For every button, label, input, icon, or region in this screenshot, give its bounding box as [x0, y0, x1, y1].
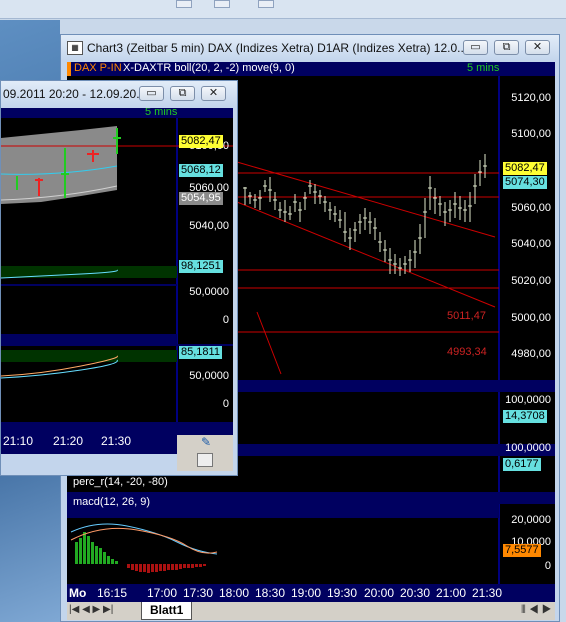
price-axis-label: 5060,00 — [511, 202, 551, 214]
sub1-axis-label: 100,0000 — [505, 394, 551, 406]
minimize-button[interactable]: ▭ — [463, 40, 488, 55]
indicator-label: X-DAXTR boll(20, 2, -2) move(9, 0) — [123, 62, 295, 74]
time-axis-label: 21:30 — [101, 434, 132, 448]
secondary-window-title: 09.2011 20:20 - 12.09.20... — [3, 87, 147, 101]
sub2-value-box: 0,6177 — [503, 458, 541, 471]
sub2-value-box: 85,1811 — [179, 346, 222, 359]
chart-app-icon: ▦ — [67, 41, 83, 55]
time-axis-label: 17:30 — [183, 586, 214, 600]
secondary-chart-svg — [1, 108, 233, 454]
perc-r-label: perc_r(14, -20, -80) — [73, 476, 168, 488]
time-axis-label: 21:30 — [472, 586, 503, 600]
macd-axis-label: 20,0000 — [511, 514, 551, 526]
sub2-axis-label: 0 — [222, 398, 229, 410]
tab-scroll-arrows-icon[interactable]: |◀ ◀ ▶ ▶| — [69, 604, 113, 615]
time-axis-label: 19:00 — [291, 586, 322, 600]
desktop-top-strip — [0, 0, 566, 19]
time-axis-label: 16:15 — [97, 586, 128, 600]
minimize-button[interactable]: ▭ — [139, 86, 164, 101]
background-window-button[interactable] — [258, 0, 274, 8]
restore-button[interactable]: ⧉ — [494, 40, 519, 55]
sub1-axis-label: 0 — [222, 314, 229, 326]
time-axis-label: 18:00 — [219, 586, 250, 600]
last-price-box: 5082,47 — [503, 162, 547, 175]
level-label: 5011,47 — [447, 310, 486, 322]
background-window-button[interactable] — [214, 0, 230, 8]
secondary-chart-area[interactable]: 5 mins 5100,00 5060,00 5040,00 5082,47 5… — [1, 108, 233, 454]
macd-label: macd(12, 26, 9) — [73, 496, 151, 508]
close-button[interactable]: ✕ — [201, 86, 226, 101]
sub1-axis-label: 50,0000 — [189, 286, 229, 298]
restore-button[interactable]: ⧉ — [170, 86, 195, 101]
time-axis-label: 19:30 — [327, 586, 358, 600]
level-label: 4993,34 — [447, 346, 487, 358]
scroll-grip-icon[interactable]: ⦀ ◀ ▶ — [521, 604, 552, 617]
last-price-box: 5082,47 — [179, 135, 223, 148]
pen-tool-icon[interactable]: ✎ — [201, 435, 211, 449]
time-axis-label: 17:00 — [147, 586, 178, 600]
move-price-box: 5074,30 — [503, 176, 547, 189]
band-value-box: 5068,12 — [179, 164, 223, 177]
interval-label: 5 mins — [467, 62, 500, 74]
secondary-chart-window: 09.2011 20:20 - 12.09.20... ▭ ⧉ ✕ 5 mins… — [0, 80, 238, 476]
price-axis-label: 5120,00 — [511, 92, 551, 104]
scroll-box[interactable] — [197, 453, 213, 467]
sub2-axis-label: 50,0000 — [189, 370, 229, 382]
price-axis-label: 5020,00 — [511, 275, 551, 287]
secondary-window-titlebar[interactable]: 09.2011 20:20 - 12.09.20... ▭ ⧉ ✕ — [1, 81, 237, 107]
sub2-axis-label: 100,0000 — [505, 442, 551, 454]
sheet-tab-bar: |◀ ◀ ▶ ▶| Blatt1 ⦀ ◀ ▶ — [67, 602, 555, 620]
price-axis-label: 5040,00 — [511, 238, 551, 250]
price-axis-label: 5000,00 — [511, 312, 551, 324]
main-window-title: Chart3 (Zeitbar 5 min) DAX (Indizes Xetr… — [87, 41, 468, 55]
time-axis-label: 20:30 — [400, 586, 431, 600]
price-axis-label: 4980,00 — [511, 348, 551, 360]
price-axis-label: 5040,00 — [189, 220, 229, 232]
close-button[interactable]: ✕ — [525, 40, 550, 55]
sub1-value-box: 14,3708 — [503, 410, 547, 423]
interval-label: 5 mins — [145, 108, 178, 118]
main-window-titlebar[interactable]: ▦ Chart3 (Zeitbar 5 min) DAX (Indizes Xe… — [61, 35, 559, 61]
secondary-window-footer: ✎ — [177, 435, 233, 471]
background-window-button[interactable] — [176, 0, 192, 8]
time-axis-label: 21:10 — [3, 434, 34, 448]
macd-axis-label: 0 — [544, 560, 551, 572]
macd-value-box: 7,5577 — [503, 544, 541, 557]
sub1-value-box: 98,1251 — [179, 260, 223, 273]
lower-band-box: 5054,95 — [179, 192, 223, 205]
candlestick-series — [243, 154, 487, 276]
sheet-tab-blatt1[interactable]: Blatt1 — [141, 602, 193, 620]
time-axis-label: 21:00 — [436, 586, 467, 600]
time-axis-day: Mo — [69, 586, 87, 600]
price-axis-label: 5100,00 — [511, 128, 551, 140]
chart-symbol-label: DAX P-IN — [74, 62, 122, 74]
time-axis-label: 20:00 — [364, 586, 395, 600]
time-axis-label: 21:20 — [53, 434, 84, 448]
time-axis-label: 18:30 — [255, 586, 286, 600]
